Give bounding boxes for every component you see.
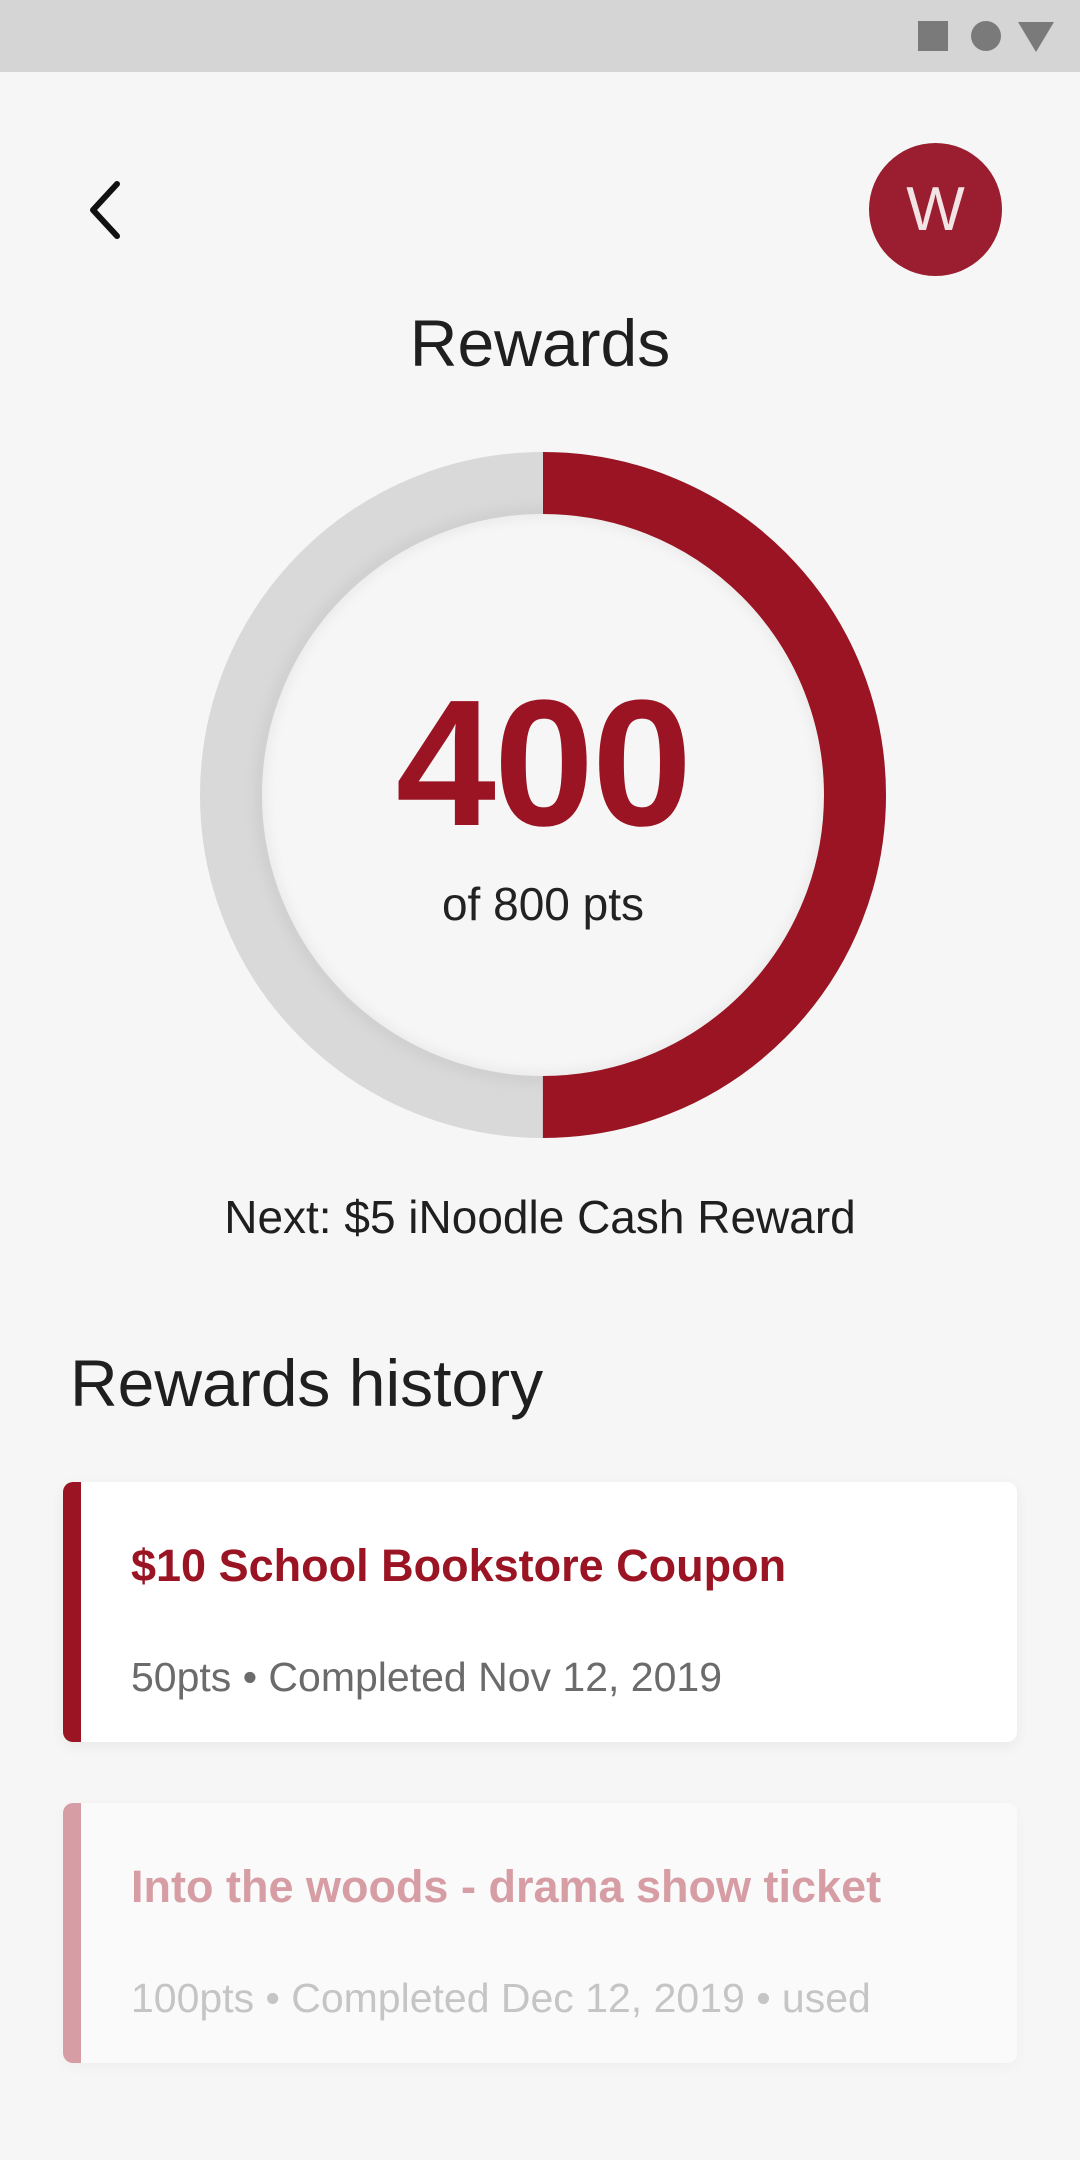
card-accent-bar xyxy=(63,1803,81,2063)
history-card-title: Into the woods - drama show ticket xyxy=(131,1861,882,1912)
square-icon xyxy=(918,21,948,51)
points-progress-ring: 400 of 800 pts xyxy=(200,452,886,1138)
history-card[interactable]: $10 School Bookstore Coupon 50pts • Comp… xyxy=(63,1482,1017,1742)
page-title: Rewards xyxy=(409,306,671,380)
history-card-meta: 50pts • Completed Nov 12, 2019 xyxy=(131,1654,722,1700)
history-card-meta: 100pts • Completed Dec 12, 2019 • used xyxy=(131,1975,871,2021)
rewards-history-heading: Rewards history xyxy=(70,1346,544,1420)
avatar-initial: W xyxy=(906,175,965,244)
circle-icon xyxy=(971,21,1001,51)
next-reward-text: Next: $5 iNoodle Cash Reward xyxy=(224,1191,856,1243)
avatar[interactable]: W xyxy=(869,143,1002,276)
back-button[interactable] xyxy=(70,170,140,250)
card-accent-bar xyxy=(63,1482,81,1742)
points-value: 400 xyxy=(395,663,692,864)
points-total: of 800 pts xyxy=(441,878,645,930)
chevron-left-icon xyxy=(90,181,120,239)
status-bar xyxy=(0,0,1080,72)
history-card[interactable]: Into the woods - drama show ticket 100pt… xyxy=(63,1803,1017,2063)
triangle-icon xyxy=(1018,22,1054,52)
history-card-title: $10 School Bookstore Coupon xyxy=(131,1540,787,1591)
ring-center: 400 of 800 pts xyxy=(200,452,886,1138)
